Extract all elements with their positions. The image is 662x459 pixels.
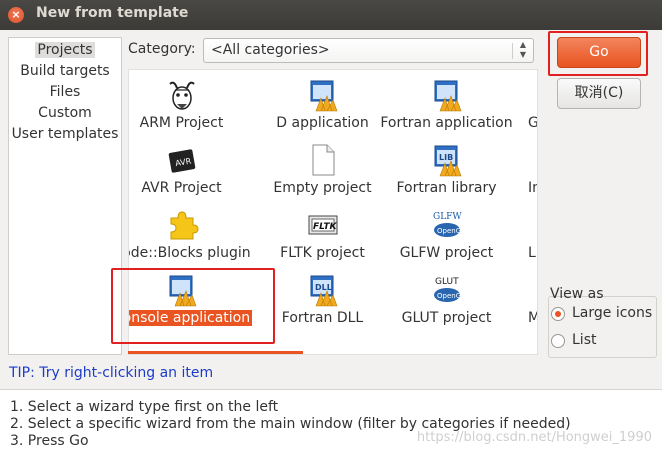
wizard-type-custom[interactable]: Custom [9, 103, 121, 123]
app-window-icon [430, 78, 464, 112]
template-partial-li[interactable]: Li [526, 202, 537, 267]
wizard-type-list: Projects Build targets Files Custom User… [8, 37, 122, 355]
wizard-type-files[interactable]: Files [9, 82, 121, 102]
blank-document-icon [306, 143, 340, 177]
highlight-box-go [548, 31, 648, 76]
template-fortran-application[interactable]: Fortran application [374, 72, 519, 137]
template-arm-project[interactable]: ARM Project [129, 72, 254, 137]
title-bar: × New from template [0, 0, 662, 30]
template-fortran-library[interactable]: LIB Fortran library [374, 137, 519, 202]
template-partial-g[interactable]: G [526, 72, 537, 137]
cancel-button[interactable]: 取消(C) [557, 78, 641, 109]
radio-checked-icon[interactable] [551, 307, 565, 321]
instruction-line: 1. Select a wizard type first on the lef… [10, 399, 279, 415]
wizard-type-build-targets[interactable]: Build targets [9, 61, 121, 81]
dll-icon: DLL [306, 273, 340, 307]
svg-text:OpenGL: OpenGL [437, 292, 464, 300]
close-icon[interactable]: × [8, 7, 24, 23]
lib-icon: LIB [430, 143, 464, 177]
gnu-icon [165, 78, 199, 112]
radio-unchecked-icon[interactable] [551, 334, 565, 348]
watermark: https://blog.csdn.net/Hongwei_1990 [416, 430, 652, 445]
template-avr-project[interactable]: AVR AVR Project [129, 137, 254, 202]
highlight-box-console [111, 268, 275, 344]
instructions-panel: 1. Select a wizard type first on the lef… [0, 390, 662, 459]
puzzle-piece-icon [165, 208, 199, 242]
wizard-type-user-templates[interactable]: User templates [9, 124, 121, 144]
fltk-icon: FLTK [306, 208, 340, 242]
view-as-legend: View as [550, 286, 604, 302]
category-select[interactable]: <All categories> ▲ ▼ [203, 38, 534, 63]
category-value: <All categories> [211, 42, 330, 58]
app-window-icon [306, 78, 340, 112]
wizard-type-projects[interactable]: Projects [9, 40, 121, 60]
category-label: Category: [128, 41, 196, 57]
template-partial-m[interactable]: M [526, 267, 537, 332]
selection-underline [128, 351, 303, 354]
select-divider [512, 43, 513, 59]
template-glut-project[interactable]: GLUT OpenGL GLUT project [374, 267, 519, 332]
svg-text:GLUT: GLUT [435, 277, 459, 287]
svg-text:OpenGL: OpenGL [437, 227, 464, 235]
avr-chip-icon: AVR [165, 143, 199, 177]
view-as-group: View as Large icons List [548, 286, 657, 358]
svg-text:GLFW: GLFW [433, 212, 462, 222]
svg-text:FLTK: FLTK [313, 222, 338, 232]
glut-opengl-icon: GLUT OpenGL [430, 273, 465, 307]
window-title: New from template [36, 5, 189, 21]
glfw-opengl-icon: GLFW OpenGL [430, 208, 465, 242]
chevron-up-down-icon: ▲ ▼ [519, 40, 527, 59]
template-partial-in[interactable]: In [526, 137, 537, 202]
template-codeblocks-plugin[interactable]: Code::Blocks plugin [129, 202, 254, 267]
template-glfw-project[interactable]: GLFW OpenGL GLFW project [374, 202, 519, 267]
svg-text:DLL: DLL [315, 283, 332, 292]
tip-text: TIP: Try right-clicking an item [9, 365, 214, 381]
instruction-line: 3. Press Go [10, 433, 89, 449]
